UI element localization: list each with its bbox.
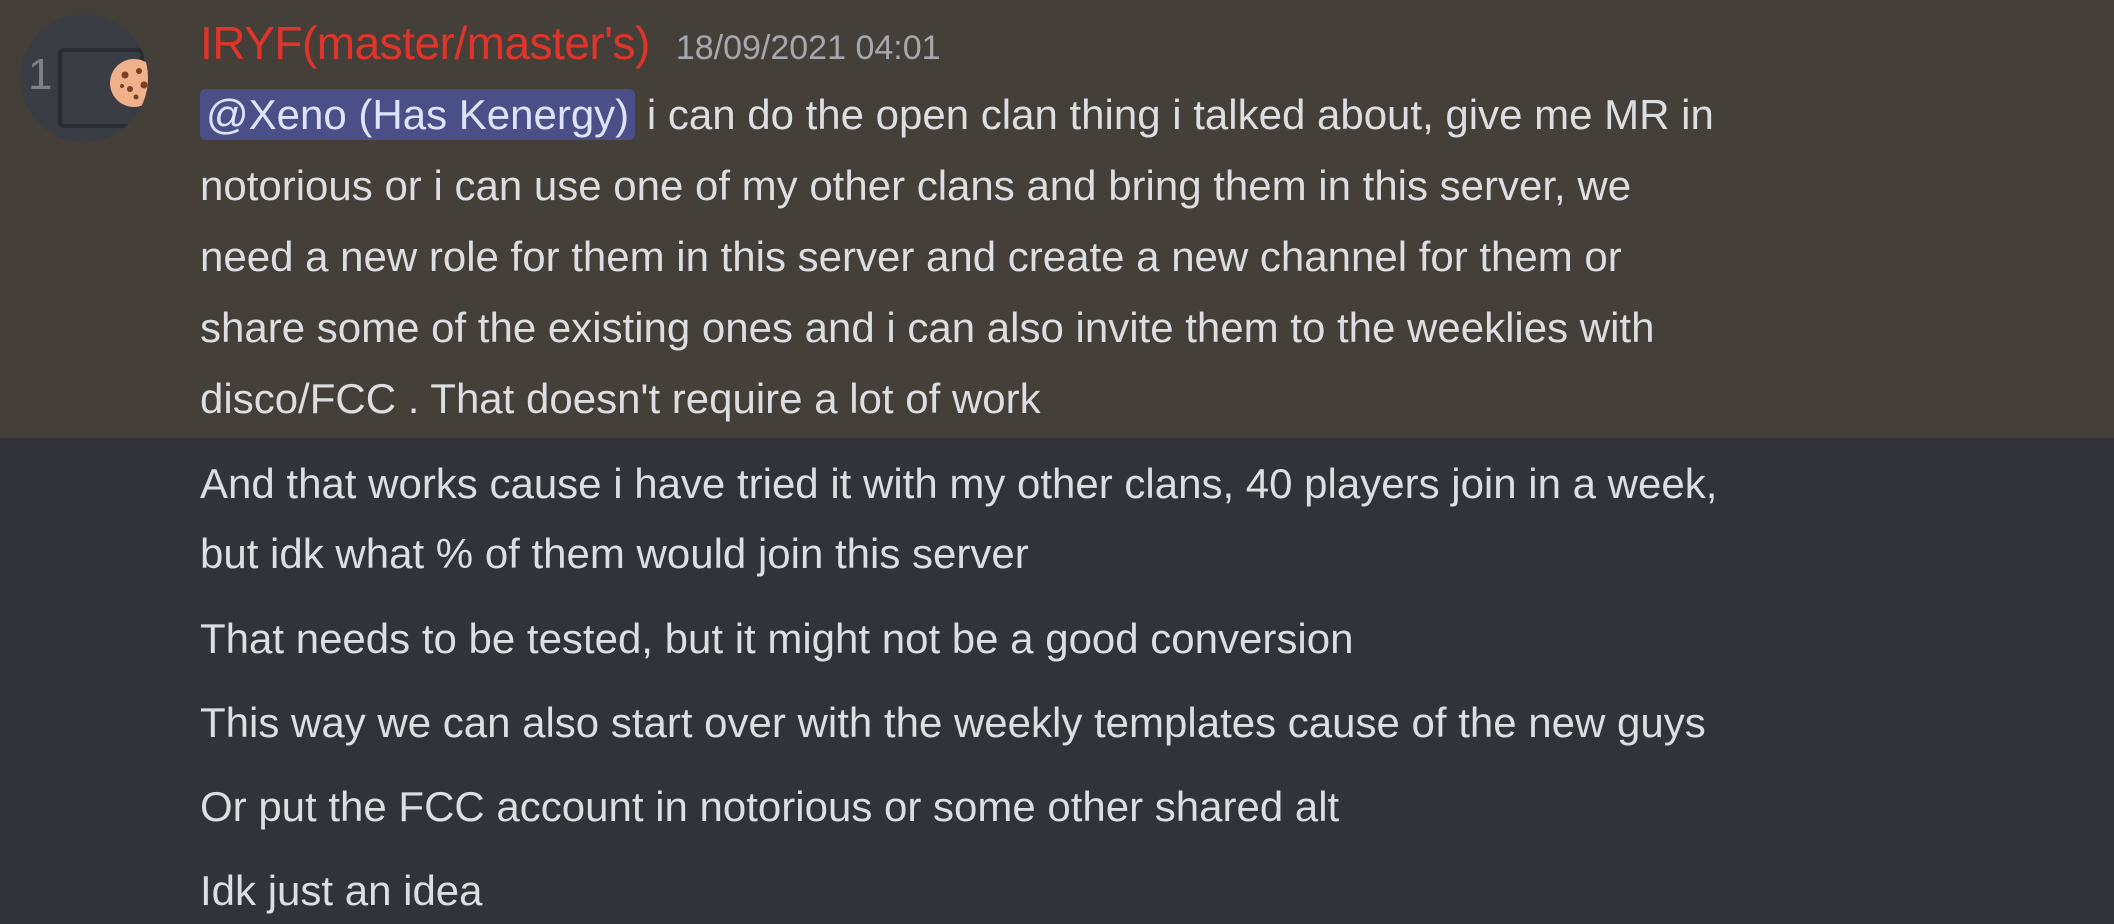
cookie-icon	[110, 59, 148, 107]
chat-view: 1 IRYF(master/master's) 18/09/2021 04:01…	[0, 0, 2114, 924]
message-line: notorious or i can use one of my other c…	[200, 162, 1632, 209]
message-header: IRYF(master/master's) 18/09/2021 04:01	[200, 16, 941, 76]
message-line: share some of the existing ones and i ca…	[200, 304, 1655, 351]
message-line: @Xeno (Has Kenergy) i can do the open cl…	[200, 79, 1714, 150]
avatar-badge-number: 1	[28, 50, 53, 99]
followup-message-continuation: but idk what % of them would join this s…	[200, 530, 1029, 577]
username[interactable]: IRYF(master/master's)	[200, 16, 650, 70]
avatar[interactable]: 1	[20, 14, 148, 142]
followup-message: Idk just an idea	[200, 867, 483, 914]
user-mention[interactable]: @Xeno (Has Kenergy)	[200, 89, 636, 140]
message-timestamp[interactable]: 18/09/2021 04:01	[676, 29, 941, 68]
message-line: disco/FCC . That doesn't require a lot o…	[200, 375, 1041, 422]
followup-message: And that works cause i have tried it wit…	[200, 460, 1718, 507]
followup-message: This way we can also start over with the…	[200, 699, 1706, 746]
message-line: need a new role for them in this server …	[200, 233, 1622, 280]
followup-message: That needs to be tested, but it might no…	[200, 615, 1354, 662]
message-text: i can do the open clan thing i talked ab…	[635, 91, 1714, 138]
followup-message: Or put the FCC account in notorious or s…	[200, 783, 1340, 830]
